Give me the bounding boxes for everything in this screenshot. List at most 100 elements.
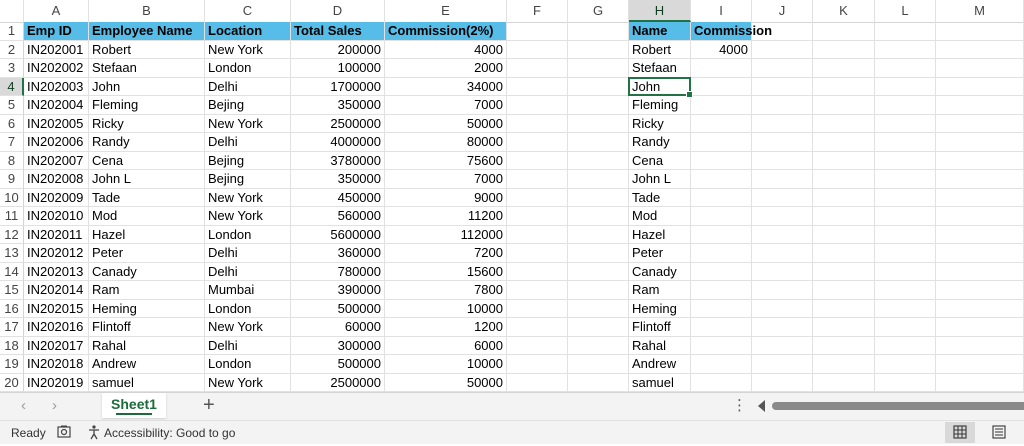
cell[interactable] — [936, 262, 1024, 281]
table-cell[interactable]: 300000 — [291, 336, 385, 355]
table-cell[interactable]: samuel — [89, 373, 205, 392]
table-cell[interactable]: 100000 — [291, 59, 385, 78]
table-cell[interactable]: IN202012 — [24, 244, 89, 263]
column-header-a[interactable]: A — [24, 0, 89, 22]
cell[interactable] — [936, 114, 1024, 133]
table-cell[interactable]: Heming — [89, 299, 205, 318]
table-cell[interactable]: 3780000 — [291, 151, 385, 170]
cell[interactable] — [691, 188, 752, 207]
row-header-1[interactable]: 1 — [0, 22, 24, 41]
cell[interactable] — [507, 22, 568, 41]
lookup-name-cell[interactable]: Cena — [629, 151, 691, 170]
lookup-name-cell[interactable]: Canady — [629, 262, 691, 281]
table-cell[interactable]: 350000 — [291, 170, 385, 189]
cell[interactable] — [936, 207, 1024, 226]
cell[interactable] — [752, 244, 813, 263]
row-header-9[interactable]: 9 — [0, 170, 24, 189]
table-cell[interactable]: IN202016 — [24, 318, 89, 337]
cell[interactable] — [875, 114, 936, 133]
cell[interactable] — [752, 114, 813, 133]
lookup-name-cell[interactable]: Hazel — [629, 225, 691, 244]
table-cell[interactable]: Robert — [89, 40, 205, 59]
cell[interactable] — [936, 225, 1024, 244]
table-cell[interactable]: IN202010 — [24, 207, 89, 226]
cell[interactable] — [507, 225, 568, 244]
lookup-commission-cell[interactable]: 4000 — [691, 40, 752, 59]
cell[interactable] — [507, 133, 568, 152]
cell[interactable] — [875, 188, 936, 207]
cell[interactable] — [813, 225, 875, 244]
cell[interactable] — [813, 207, 875, 226]
cell[interactable] — [875, 318, 936, 337]
lookup-name-cell[interactable]: Mod — [629, 207, 691, 226]
row-header-6[interactable]: 6 — [0, 114, 24, 133]
cell[interactable] — [568, 22, 629, 41]
row-header-20[interactable]: 20 — [0, 373, 24, 392]
sheet-tab-sheet1[interactable]: Sheet1 — [102, 393, 166, 418]
table-cell[interactable]: Delhi — [205, 244, 291, 263]
table-cell[interactable]: IN202018 — [24, 355, 89, 374]
table-cell[interactable]: Randy — [89, 133, 205, 152]
table-cell[interactable]: Peter — [89, 244, 205, 263]
column-header-g[interactable]: G — [568, 0, 629, 22]
cell[interactable] — [568, 151, 629, 170]
cell[interactable] — [752, 188, 813, 207]
table-cell[interactable]: 9000 — [385, 188, 507, 207]
cell[interactable] — [936, 133, 1024, 152]
column-header-i[interactable]: I — [691, 0, 752, 22]
scroll-tabs-left-icon[interactable]: ‹ — [21, 397, 26, 414]
cell[interactable] — [507, 207, 568, 226]
column-header-d[interactable]: D — [291, 0, 385, 22]
table-cell[interactable]: IN202003 — [24, 77, 89, 96]
cell[interactable] — [507, 355, 568, 374]
cell[interactable] — [752, 151, 813, 170]
scrollbar-thumb[interactable] — [772, 402, 1024, 410]
cell[interactable] — [568, 170, 629, 189]
table-cell[interactable]: Mod — [89, 207, 205, 226]
cell[interactable] — [875, 355, 936, 374]
table-cell[interactable]: 1700000 — [291, 77, 385, 96]
cell[interactable] — [875, 336, 936, 355]
table-cell[interactable]: IN202011 — [24, 225, 89, 244]
table-cell[interactable]: IN202015 — [24, 299, 89, 318]
table-cell[interactable]: London — [205, 299, 291, 318]
table-header-c[interactable]: Location — [205, 22, 291, 41]
row-header-2[interactable]: 2 — [0, 40, 24, 59]
scroll-left-icon[interactable] — [758, 400, 765, 412]
cell[interactable] — [752, 133, 813, 152]
table-cell[interactable]: Delhi — [205, 336, 291, 355]
table-cell[interactable]: Hazel — [89, 225, 205, 244]
table-cell[interactable]: 350000 — [291, 96, 385, 115]
cell[interactable] — [568, 96, 629, 115]
cell[interactable] — [875, 281, 936, 300]
cell[interactable] — [691, 225, 752, 244]
table-cell[interactable]: 7000 — [385, 96, 507, 115]
cell[interactable] — [752, 281, 813, 300]
row-header-18[interactable]: 18 — [0, 336, 24, 355]
table-cell[interactable]: 60000 — [291, 318, 385, 337]
table-cell[interactable]: 50000 — [385, 373, 507, 392]
row-header-5[interactable]: 5 — [0, 96, 24, 115]
table-cell[interactable]: 2000 — [385, 59, 507, 78]
table-cell[interactable]: Delhi — [205, 77, 291, 96]
cell[interactable] — [813, 77, 875, 96]
column-header-l[interactable]: L — [875, 0, 936, 22]
row-header-10[interactable]: 10 — [0, 188, 24, 207]
table-cell[interactable]: New York — [205, 207, 291, 226]
lookup-header-name[interactable]: Name — [629, 22, 691, 41]
table-cell[interactable]: Canady — [89, 262, 205, 281]
cell[interactable] — [691, 336, 752, 355]
cell[interactable] — [752, 225, 813, 244]
table-cell[interactable]: New York — [205, 114, 291, 133]
cell[interactable] — [813, 318, 875, 337]
cell[interactable] — [875, 133, 936, 152]
add-sheet-button[interactable]: + — [203, 394, 215, 417]
table-cell[interactable]: IN202005 — [24, 114, 89, 133]
lookup-name-cell[interactable]: Ram — [629, 281, 691, 300]
cell[interactable] — [507, 170, 568, 189]
scroll-tabs-right-icon[interactable]: › — [52, 397, 57, 414]
cell[interactable] — [875, 77, 936, 96]
cell[interactable] — [875, 170, 936, 189]
cell[interactable] — [568, 299, 629, 318]
cell[interactable] — [568, 77, 629, 96]
